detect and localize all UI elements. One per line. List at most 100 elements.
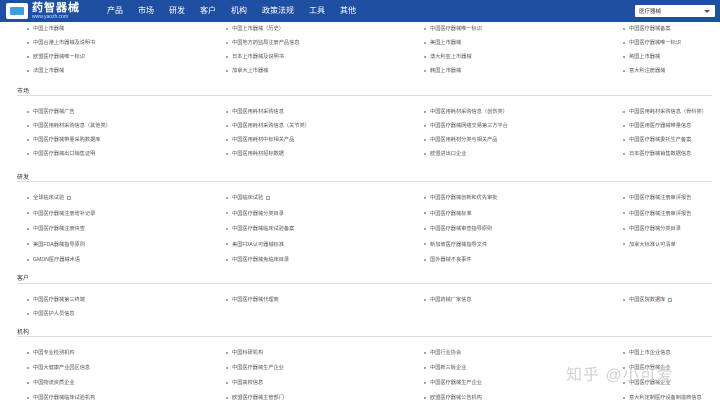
link-item[interactable]: 中国医疗器械审查指导原则 — [424, 225, 492, 232]
link-item[interactable]: 新加坡医疗器械指导文件 — [424, 241, 487, 248]
nav-item-other[interactable]: 其他 — [340, 0, 356, 22]
link-item[interactable]: 中国医用耗材分类与相关产品 — [424, 136, 497, 143]
link-label: 美国上市器械 — [430, 40, 462, 46]
site-logo[interactable]: 药智器械 www.yaozh.com — [6, 1, 80, 21]
search-scope-select[interactable]: 医疗器械 — [635, 5, 715, 17]
link-item[interactable]: 英国上市器械 — [623, 53, 660, 60]
link-item[interactable]: 中国医疗器械创新和优先审批 — [424, 194, 497, 201]
link-item[interactable]: 中国高校信息 — [226, 379, 263, 386]
link-item[interactable]: 美国FDA认可器械标准 — [226, 241, 284, 248]
bullet-icon — [623, 196, 625, 199]
nav-item-policy[interactable]: 政策法规 — [262, 0, 294, 22]
link-item[interactable]: 中国医用耗材采购信息（骨科类） — [623, 108, 707, 115]
bullet-icon — [424, 351, 426, 354]
link-item[interactable]: 全球临床试验 — [27, 194, 72, 201]
link-item[interactable]: 中国临床试验 — [226, 194, 271, 201]
link-item[interactable]: 中国专业检测机构 — [27, 349, 75, 356]
link-item[interactable]: 欧盟医疗器械唯一标识 — [27, 53, 85, 60]
bullet-icon — [27, 351, 29, 354]
nav-item-clients[interactable]: 客户 — [200, 0, 216, 22]
link-label: 中国医疗器械注册增补记录 — [33, 210, 96, 217]
nav-item-rd[interactable]: 研发 — [169, 0, 185, 22]
link-item[interactable]: 澳大利亚上市器械 — [424, 53, 472, 60]
link-item[interactable]: 意大利注册器械 — [623, 67, 665, 74]
link-item[interactable]: 中国科研机构 — [226, 349, 263, 356]
link-item[interactable]: 中国医疗器械临床试验机构 — [27, 394, 95, 401]
link-item[interactable]: 中国医疗器械出口销售证明 — [27, 150, 95, 157]
link-item[interactable]: 中国医疗器械唯一标识 — [424, 25, 482, 32]
link-item[interactable]: 中国医疗器械注册审评报告 — [623, 194, 691, 201]
link-item[interactable]: 韩国上市器械 — [424, 67, 461, 74]
link-item[interactable]: 中国医疗器械注册审评报告 — [623, 210, 691, 217]
link-item[interactable]: 中国新三板企业 — [424, 364, 466, 371]
link-item[interactable]: 日本医疗器械销售数据信息 — [623, 150, 691, 157]
link-item[interactable]: 中国医疗器械广告 — [27, 108, 75, 115]
link-item[interactable]: 中国医疗器械唯一标识 — [623, 39, 681, 46]
link-item[interactable]: 中国医疗器械备案 — [623, 25, 671, 32]
link-item[interactable]: 中国医用医疗器械带量信息 — [623, 122, 691, 129]
link-label: 日本上市器械及说明书 — [232, 54, 284, 60]
link-item[interactable]: GMDN医疗器械术语 — [27, 256, 80, 263]
link-item[interactable]: 欧盟医疗器械公告机构 — [424, 394, 482, 401]
link-label: 全球临床试验 — [33, 195, 65, 201]
link-item[interactable]: 加拿大标准认可清单 — [623, 241, 676, 248]
bullet-icon — [27, 227, 29, 230]
link-item[interactable]: 中国医疗器械第三终端 — [27, 296, 85, 303]
link-item[interactable]: 中国大健康产业园区信息 — [27, 364, 90, 371]
link-item[interactable]: 中国行业协会 — [424, 349, 461, 356]
bullet-icon — [27, 41, 29, 44]
bullet-icon — [27, 110, 29, 113]
link-item[interactable]: 中国医护人员信息 — [27, 310, 75, 317]
link-item[interactable]: 中国医疗器械免临床目录 — [226, 256, 289, 263]
link-item[interactable]: 中国医用耗材采购信息（关节类） — [226, 122, 310, 129]
bullet-icon — [27, 298, 29, 301]
link-item[interactable]: 国外器械不良事件 — [424, 256, 472, 263]
link-item[interactable]: 中国上市企业信息 — [623, 349, 671, 356]
link-item[interactable]: 意大利定制医疗设备制造商信息 — [623, 394, 702, 401]
link-label: 中国医用耗材分类与相关产品 — [430, 137, 498, 143]
link-item[interactable]: 欧盟进出口企业 — [424, 150, 466, 157]
link-item[interactable]: 美国上市器械 — [424, 39, 461, 46]
link-item[interactable]: 中国医疗器械委托生产备案 — [623, 136, 691, 143]
link-item[interactable]: 美国FDA器械指导原则 — [27, 241, 85, 248]
link-item[interactable]: 中国医疗器械分类目录 — [623, 225, 681, 232]
link-item[interactable]: 中国医疗器械生产企业 — [424, 379, 482, 386]
link-item[interactable]: 中国医疗器械临床试验备案 — [226, 225, 294, 232]
link-item[interactable]: 中国医疗器械注册增补记录 — [27, 210, 95, 217]
nav-item-products[interactable]: 产品 — [107, 0, 123, 22]
link-item[interactable]: 中国台港上市器械及说明书 — [27, 39, 95, 46]
nav-item-market[interactable]: 市场 — [138, 0, 154, 22]
link-item[interactable]: 日本上市器械及说明书 — [226, 53, 284, 60]
link-item[interactable]: 中国上市器械 — [27, 25, 64, 32]
link-item[interactable]: 法国上市器械 — [27, 67, 64, 74]
bullet-icon — [623, 212, 625, 214]
link-item[interactable]: 中国医用耗材采购信息（其他类） — [27, 122, 111, 129]
link-label: 欧盟医疗器械公告机构 — [430, 395, 482, 401]
link-item[interactable]: 中国上市器械（历史） — [226, 25, 284, 32]
link-item[interactable]: 中国医疗器械网络交易第三方平台 — [424, 122, 508, 129]
nav-item-tools[interactable]: 工具 — [309, 0, 325, 22]
link-item[interactable]: 中国医疗器械生产企业 — [226, 364, 284, 371]
link-item[interactable]: 中国医用耗材采购信息 — [226, 108, 284, 115]
bullet-icon — [623, 138, 625, 141]
nav-item-institutions[interactable]: 机构 — [231, 0, 247, 22]
link-label: 中国医疗器械带量采购数据库 — [33, 137, 101, 143]
bullet-icon — [226, 366, 228, 369]
link-item[interactable]: 中国医疗器械注册快查 — [27, 225, 85, 232]
link-item[interactable]: 欧盟医疗器械主管部门 — [226, 394, 284, 401]
link-item[interactable]: 加拿大上市器械 — [226, 67, 268, 74]
link-item[interactable]: 中国医用耗材采购信息（创伤类） — [424, 108, 508, 115]
link-item[interactable]: 中国医用耗材招标数据 — [226, 150, 284, 157]
link-item[interactable]: 中国医疗器械标准 — [424, 210, 472, 217]
link-label: 中国医疗器械分类目录 — [629, 226, 681, 232]
link-item[interactable]: 中国药械厂家信息 — [424, 296, 472, 303]
link-item[interactable]: 中国物流资质企业 — [27, 379, 75, 386]
bullet-icon — [226, 196, 228, 199]
link-item[interactable]: 中国地方药监局注册产品信息 — [226, 39, 299, 46]
link-item[interactable]: 中国医院数据库 — [623, 296, 673, 303]
link-item[interactable]: 中国医疗器械带量采购数据库 — [27, 136, 100, 143]
logo-url: www.yaozh.com — [32, 13, 69, 20]
link-item[interactable]: 中国医疗器械代理商 — [226, 296, 279, 303]
link-item[interactable]: 中国医用耗材中标相关产品 — [226, 136, 294, 143]
link-item[interactable]: 中国医疗器械分类目录 — [226, 210, 284, 217]
